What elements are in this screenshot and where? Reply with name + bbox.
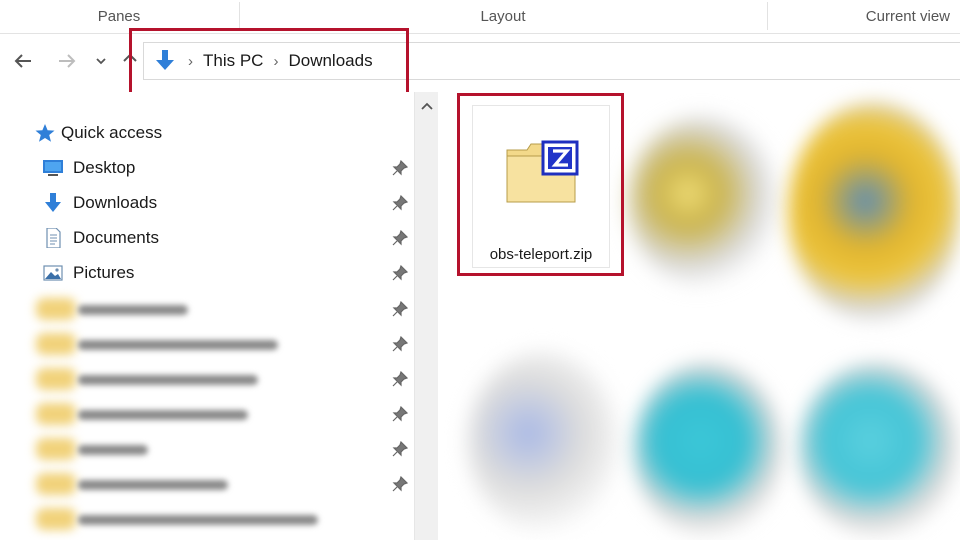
pin-icon[interactable] xyxy=(392,160,408,176)
back-button[interactable] xyxy=(10,48,36,74)
redacted-label xyxy=(78,410,248,420)
redacted-label xyxy=(78,445,148,455)
sidebar-item-pictures[interactable]: Pictures xyxy=(0,256,414,290)
arrow-left-icon xyxy=(14,54,31,68)
redacted-folder-item[interactable] xyxy=(30,331,290,357)
redacted-folder-item[interactable] xyxy=(30,401,270,427)
blurred-file-thumbnail[interactable] xyxy=(468,352,618,532)
desktop-icon xyxy=(43,160,63,176)
sidebar-item-label: Quick access xyxy=(61,123,163,142)
sidebar-item-label: Desktop xyxy=(73,158,136,177)
pin-icon[interactable] xyxy=(392,476,408,492)
pin-icon[interactable] xyxy=(392,195,408,211)
sidebar-item-label: Documents xyxy=(73,228,159,247)
redacted-label xyxy=(78,515,318,525)
arrow-right-icon xyxy=(59,54,76,68)
sidebar-scrollbar[interactable] xyxy=(414,92,438,540)
redacted-folder-item[interactable] xyxy=(30,506,330,532)
sidebar-item-quick-access[interactable]: Quick access xyxy=(0,116,414,150)
pin-icon[interactable] xyxy=(392,230,408,246)
pin-icon[interactable] xyxy=(392,441,408,457)
star-icon xyxy=(35,124,55,142)
chevron-down-icon xyxy=(96,58,106,65)
chevron-up-icon xyxy=(421,102,433,110)
folder-icon xyxy=(36,508,76,530)
folder-icon xyxy=(36,333,76,355)
folder-icon xyxy=(36,298,76,320)
folder-icon xyxy=(36,368,76,390)
address-highlight-box xyxy=(129,28,409,98)
sidebar-item-downloads[interactable]: Downloads xyxy=(0,186,414,220)
pin-icon[interactable] xyxy=(392,301,408,317)
redacted-folder-item[interactable] xyxy=(30,436,170,462)
file-highlight-box xyxy=(457,93,624,276)
blurred-file-thumbnail[interactable] xyxy=(788,102,960,322)
download-arrow-icon xyxy=(45,193,61,212)
scroll-up-button[interactable] xyxy=(415,96,439,116)
blurred-file-thumbnail[interactable] xyxy=(798,362,958,537)
pin-icon[interactable] xyxy=(392,371,408,387)
redacted-label xyxy=(78,305,188,315)
blurred-file-thumbnail[interactable] xyxy=(633,362,783,537)
folder-icon xyxy=(36,438,76,460)
folder-icon xyxy=(36,403,76,425)
recent-locations-button[interactable] xyxy=(88,48,114,74)
folder-icon xyxy=(36,473,76,495)
sidebar-item-documents[interactable]: Documents xyxy=(0,221,414,255)
picture-icon xyxy=(43,265,63,281)
pin-icon[interactable] xyxy=(392,265,408,281)
pin-icon[interactable] xyxy=(392,406,408,422)
redacted-label xyxy=(78,480,228,490)
redacted-label xyxy=(78,340,278,350)
sidebar-item-label: Pictures xyxy=(73,263,135,282)
sidebar-item-label: Downloads xyxy=(73,193,158,212)
blurred-file-thumbnail[interactable] xyxy=(628,117,778,287)
ribbon-group-current-view: Current view xyxy=(865,8,950,25)
redacted-folder-item[interactable] xyxy=(30,471,250,497)
document-icon xyxy=(46,228,61,248)
redacted-folder-item[interactable] xyxy=(30,296,230,322)
redacted-label xyxy=(78,375,258,385)
redacted-folder-item[interactable] xyxy=(30,366,270,392)
pin-icon[interactable] xyxy=(392,336,408,352)
navigation-pane: Quick access Desktop Downloads Documents xyxy=(0,92,414,540)
sidebar-item-desktop[interactable]: Desktop xyxy=(0,151,414,185)
forward-button[interactable] xyxy=(54,48,80,74)
